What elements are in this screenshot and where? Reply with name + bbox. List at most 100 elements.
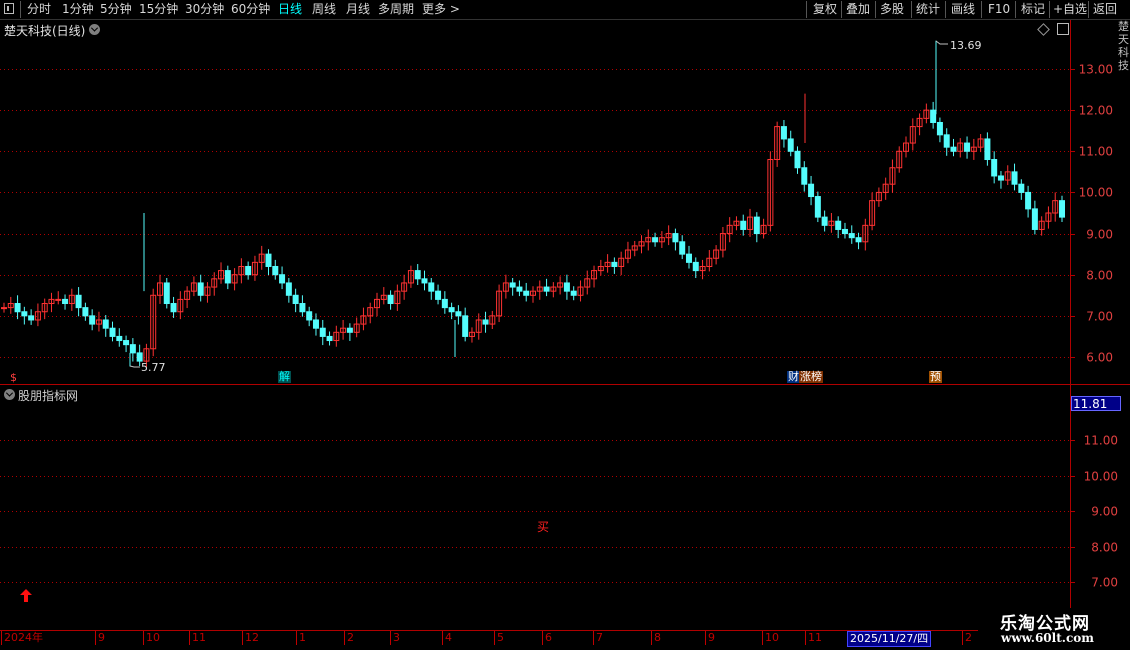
date-tick-label: 3: [390, 631, 400, 645]
candle-body: [55, 298, 62, 301]
toolbar-divider: [945, 1, 946, 18]
tab-fenshi[interactable]: 分时: [27, 1, 51, 17]
candle-body: [204, 286, 211, 296]
draw-button[interactable]: 画线: [951, 1, 975, 17]
candle-body: [102, 319, 109, 329]
candle-body: [482, 319, 489, 325]
y-tick-label: 8.00: [1091, 541, 1118, 555]
candle-body: [808, 183, 815, 198]
tab-60min[interactable]: 60分钟: [231, 1, 270, 17]
candle-body: [394, 290, 401, 305]
candle-body: [896, 150, 903, 169]
candle-body: [862, 224, 869, 243]
candle-body: [1004, 171, 1011, 181]
fuquan-button[interactable]: 复权: [813, 1, 837, 17]
candle-body: [536, 286, 543, 292]
up-arrow-icon: [20, 589, 32, 602]
candle-body: [841, 228, 848, 235]
date-tick-mark: [542, 631, 543, 645]
candle-body: [177, 298, 184, 313]
event-marker-dollar[interactable]: $: [9, 372, 18, 384]
axis-divider: [1070, 20, 1071, 630]
date-tick-label: 9: [705, 631, 715, 645]
add-watchlist-button[interactable]: +自选: [1053, 1, 1087, 17]
watermark-url: www.60lt.com: [1001, 631, 1094, 645]
high-pointer: [935, 40, 948, 45]
tab-15min[interactable]: 15分钟: [139, 1, 178, 17]
y-tick-label: 11.00: [1084, 434, 1118, 448]
candle-body: [380, 294, 387, 300]
date-tick-mark: [805, 631, 806, 645]
tab-monthly[interactable]: 月线: [346, 1, 370, 17]
menu-icon[interactable]: [4, 3, 14, 14]
candle-body: [129, 344, 136, 354]
candle-body: [821, 216, 828, 226]
candle-body: [1052, 200, 1059, 214]
candle-body: [611, 261, 618, 267]
y-tick-label: 8.00: [1086, 269, 1113, 283]
high-price-label: 13.69: [950, 39, 982, 52]
multi-stock-button[interactable]: 多股: [880, 1, 904, 17]
tab-more[interactable]: 更多 >: [422, 1, 460, 17]
cursor-date-label: 2025/11/27/四: [847, 631, 932, 647]
candle-body: [957, 142, 964, 152]
date-tick-label: 12: [242, 631, 259, 645]
candle-body: [407, 270, 414, 284]
event-marker-rank[interactable]: 涨榜: [799, 371, 823, 383]
tab-daily[interactable]: 日线: [278, 1, 302, 17]
candle-body: [984, 138, 991, 161]
date-tick-mark: [651, 631, 652, 645]
candle-body: [943, 134, 950, 148]
candle-body: [401, 282, 408, 292]
candle-body: [197, 282, 204, 296]
event-marker-forecast[interactable]: 预: [929, 371, 942, 383]
tab-1min[interactable]: 1分钟: [62, 1, 94, 17]
candle-body: [936, 121, 943, 136]
y-tick-label: 10.00: [1084, 470, 1118, 484]
chevron-down-icon[interactable]: [4, 389, 15, 400]
date-tick-label: 10: [762, 631, 779, 645]
candle-body: [652, 237, 659, 243]
candle-body: [21, 311, 28, 317]
tab-weekly[interactable]: 周线: [312, 1, 336, 17]
candle-body: [441, 298, 448, 309]
candle-body: [28, 315, 35, 321]
date-tick-label: 4: [442, 631, 452, 645]
date-tick-mark: [242, 631, 243, 645]
candle-body: [299, 303, 306, 313]
overlay-button[interactable]: 叠加: [846, 1, 870, 17]
chevron-down-icon[interactable]: [89, 24, 100, 35]
candle-body: [835, 220, 842, 230]
right-info-strip: 楚天科技: [1118, 20, 1129, 72]
date-tick-label: 6: [542, 631, 552, 645]
candle-body: [591, 270, 598, 280]
candle-body: [448, 307, 455, 313]
candle-body: [1031, 208, 1038, 230]
candle-body: [170, 303, 177, 313]
toolbar-divider: [981, 1, 982, 18]
tab-multi-period[interactable]: 多周期: [378, 1, 414, 17]
candle-body: [543, 286, 550, 292]
tab-30min[interactable]: 30分钟: [185, 1, 224, 17]
date-tick-label: 11: [805, 631, 822, 645]
event-marker-unlock[interactable]: 解: [278, 371, 291, 383]
diamond-icon[interactable]: [1037, 23, 1050, 36]
mark-button[interactable]: 标记: [1021, 1, 1045, 17]
candle-body: [950, 146, 957, 152]
date-tick-mark: [390, 631, 391, 645]
date-tick-mark: [344, 631, 345, 645]
date-tick-label: 10: [143, 631, 160, 645]
panel-toggle-icon[interactable]: [1057, 23, 1069, 35]
date-tick-mark: [189, 631, 190, 645]
back-button[interactable]: 返回: [1093, 1, 1117, 17]
candle-body: [326, 335, 333, 342]
candle-body: [89, 315, 96, 325]
candle-body: [123, 340, 130, 346]
candle-body: [211, 278, 218, 288]
candle-body: [699, 265, 706, 272]
f10-button[interactable]: F10: [988, 1, 1010, 17]
candle-body: [1045, 212, 1052, 222]
stats-button[interactable]: 统计: [916, 1, 940, 17]
tab-5min[interactable]: 5分钟: [100, 1, 132, 17]
candle-body: [597, 265, 604, 272]
